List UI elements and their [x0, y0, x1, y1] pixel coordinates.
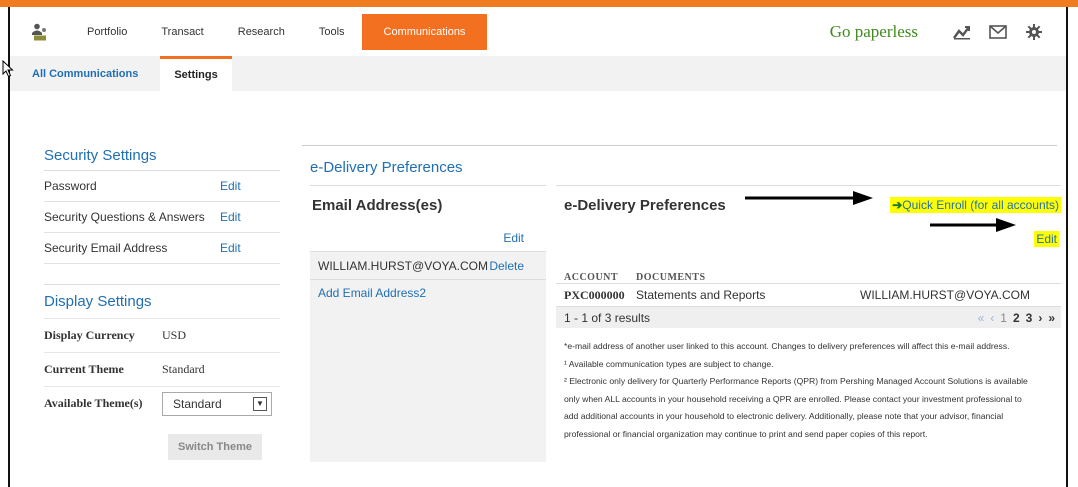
add-email-link[interactable]: Add Email Address2: [310, 280, 546, 306]
security-row-password: Password Edit: [44, 171, 280, 202]
pager-prev-icon[interactable]: ‹: [990, 311, 994, 325]
display-settings-title: Display Settings: [44, 284, 280, 318]
top-nav: Portfolio Transact Research Tools Commun…: [10, 14, 1066, 50]
account-email: WILLIAM.HURST@VOYA.COM: [860, 288, 1030, 302]
left-column: Security Settings Password Edit Security…: [44, 147, 280, 460]
pager-first-icon[interactable]: «: [978, 311, 985, 325]
results-count: 1 - 1 of 3 results: [564, 310, 651, 325]
edelivery-section-title: e-Delivery Preferences: [310, 159, 463, 176]
email-addresses-title: Email Address(es): [310, 185, 546, 224]
col-documents: DOCUMENTS: [636, 272, 706, 283]
prefs-title: e-Delivery Preferences: [564, 196, 726, 214]
available-themes-row: Available Theme(s) Standard ▼: [44, 386, 280, 420]
account-number: PXC000000: [564, 287, 625, 302]
table-row: PXC000000 Statements and Reports WILLIAM…: [556, 284, 1061, 306]
display-currency-label: Display Currency: [44, 328, 135, 342]
theme-select[interactable]: Standard ▼: [162, 391, 272, 416]
sub-nav: All Communications Settings: [10, 56, 1066, 91]
nav-right-tools: Go paperless: [830, 14, 1066, 50]
annotation-arrow-edit: [930, 218, 1016, 232]
footnote-line: professional or financial organization m…: [564, 428, 928, 439]
password-edit-link[interactable]: Edit: [220, 179, 241, 193]
pager-next-icon[interactable]: ›: [1038, 311, 1042, 325]
section-divider: [302, 145, 1057, 146]
arrow-right-icon: ➔: [892, 198, 903, 212]
security-email-label: Security Email Address: [44, 241, 168, 255]
nav-tools[interactable]: Tools: [302, 14, 362, 50]
results-bar: 1 - 1 of 3 results « ‹ 1 2 3 › »: [556, 306, 1061, 328]
pager-last-icon[interactable]: »: [1048, 311, 1055, 325]
pager-page-1: 1: [1000, 310, 1007, 325]
annotation-arrow-quick-enroll: [745, 191, 873, 205]
quick-enroll-link[interactable]: ➔Quick Enroll (for all accounts): [890, 197, 1061, 213]
email-edit-link[interactable]: Edit: [310, 224, 546, 252]
mail-icon[interactable]: [988, 22, 1008, 42]
prefs-edit-link[interactable]: Edit: [1034, 231, 1059, 247]
email-delete-link[interactable]: Delete: [489, 259, 524, 273]
advisor-logo-icon[interactable]: [10, 14, 70, 50]
pagination: « ‹ 1 2 3 › »: [978, 311, 1055, 325]
display-settings-block: Display Settings Display Currency USD Cu…: [44, 284, 280, 460]
nav-communications[interactable]: Communications: [361, 14, 488, 50]
display-currency-value: USD: [162, 328, 187, 342]
chart-trend-icon[interactable]: [952, 22, 972, 42]
nav-research[interactable]: Research: [221, 14, 302, 50]
quick-enroll-label: Quick Enroll (for all accounts): [902, 198, 1059, 212]
security-row-email: Security Email Address Edit: [44, 233, 280, 264]
account-documents: Statements and Reports: [636, 288, 766, 302]
available-themes-label: Available Theme(s): [44, 396, 143, 410]
security-settings-title: Security Settings: [44, 147, 280, 171]
footnote-line: add additional accounts in your househol…: [564, 411, 1004, 421]
security-row-questions: Security Questions & Answers Edit: [44, 202, 280, 233]
email-row: WILLIAM.HURST@VOYA.COM Delete: [310, 252, 546, 280]
footnote-line: ¹ Available communication types are subj…: [564, 358, 774, 369]
gear-icon[interactable]: [1024, 22, 1044, 42]
security-email-edit-link[interactable]: Edit: [220, 241, 241, 255]
nav-transact[interactable]: Transact: [144, 14, 220, 50]
mouse-pointer-icon: [2, 60, 14, 78]
current-theme-row: Current Theme Standard: [44, 352, 280, 386]
footnote-line: only when ALL accounts in your household…: [564, 393, 1022, 404]
current-theme-value: Standard: [162, 362, 205, 376]
current-theme-label: Current Theme: [44, 362, 124, 376]
col-account: ACCOUNT: [564, 272, 619, 283]
security-questions-edit-link[interactable]: Edit: [220, 210, 241, 224]
switch-theme-button[interactable]: Switch Theme: [168, 434, 262, 460]
prefs-table-header: ACCOUNT DOCUMENTS: [556, 268, 1061, 284]
pager-page-3[interactable]: 3: [1026, 311, 1033, 325]
display-currency-row: Display Currency USD: [44, 318, 280, 352]
subnav-all-communications[interactable]: All Communications: [10, 56, 154, 91]
theme-select-value: Standard: [173, 396, 222, 411]
nav-portfolio[interactable]: Portfolio: [70, 14, 144, 50]
chevron-down-icon[interactable]: ▼: [253, 396, 267, 411]
go-paperless-link[interactable]: Go paperless: [830, 22, 918, 42]
password-label: Password: [44, 179, 97, 193]
footnote-line: *e-mail address of another user linked t…: [564, 341, 1010, 351]
footnote-line: ² Electronic only delivery for Quarterly…: [564, 376, 1028, 386]
top-accent-strip: [0, 0, 1078, 7]
subnav-settings[interactable]: Settings: [160, 56, 232, 91]
footnotes: *e-mail address of another user linked t…: [556, 328, 1061, 443]
app-frame: Portfolio Transact Research Tools Commun…: [8, 7, 1068, 487]
pager-page-2[interactable]: 2: [1013, 311, 1020, 325]
security-questions-label: Security Questions & Answers: [44, 210, 205, 224]
email-address-value: WILLIAM.HURST@VOYA.COM: [318, 258, 488, 273]
email-addresses-panel: Email Address(es) Edit WILLIAM.HURST@VOY…: [310, 185, 546, 462]
